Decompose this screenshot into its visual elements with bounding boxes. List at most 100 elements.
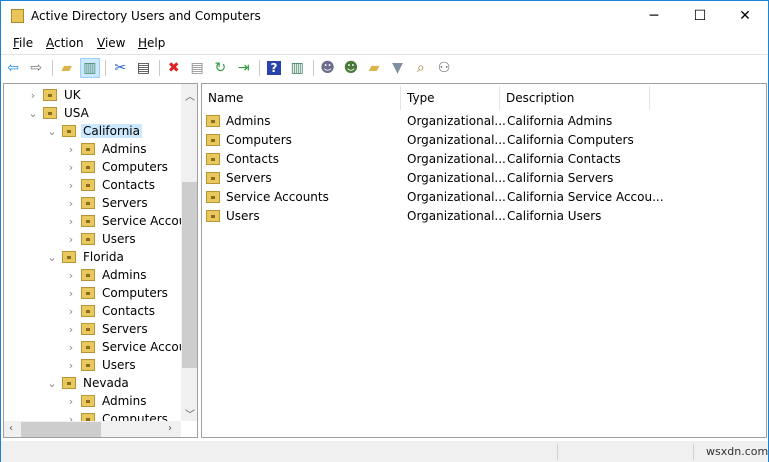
- add-to-group-button[interactable]: ⚇: [434, 58, 454, 78]
- ou-folder-icon: [81, 359, 95, 371]
- ou-folder-icon: [81, 287, 95, 299]
- export-list-button[interactable]: ⇥: [234, 58, 254, 78]
- scroll-up-icon[interactable]: ︿: [185, 88, 195, 103]
- chevron-right-icon[interactable]: ›: [64, 197, 78, 210]
- tree-vertical-scrollbar[interactable]: ︿ ﹀: [181, 84, 197, 421]
- find-button[interactable]: ⌕: [411, 58, 431, 78]
- scroll-down-icon[interactable]: ﹀: [185, 406, 195, 421]
- new-group-button[interactable]: ☻: [341, 58, 361, 78]
- new-group-icon: ☻: [343, 60, 359, 76]
- chevron-down-icon[interactable]: ⌄: [45, 251, 59, 264]
- chevron-right-icon[interactable]: ›: [64, 161, 78, 174]
- copy-button[interactable]: ▤: [134, 58, 154, 78]
- ou-folder-icon: [62, 377, 76, 389]
- chevron-right-icon[interactable]: ›: [64, 233, 78, 246]
- cut-button[interactable]: ✂: [110, 58, 130, 78]
- tree-item-nevada[interactable]: ⌄ Nevada: [45, 374, 131, 392]
- scrollbar-thumb[interactable]: [182, 182, 197, 368]
- chevron-right-icon[interactable]: ›: [64, 215, 78, 228]
- tree-item-service-accou[interactable]: › Service Accou: [64, 338, 188, 356]
- show-hide-console-tree-button[interactable]: ▥: [79, 58, 100, 78]
- menu-action[interactable]: Action: [46, 36, 84, 50]
- tree-item-users[interactable]: › Users: [64, 356, 138, 374]
- new-user-icon: ☻: [320, 60, 335, 76]
- forward-icon: ⇨: [30, 60, 43, 76]
- chevron-right-icon[interactable]: ›: [64, 305, 78, 318]
- list-item[interactable]: Admins Organizational... California Admins: [206, 111, 766, 130]
- back-button[interactable]: ⇦: [3, 58, 23, 78]
- list-item[interactable]: Contacts Organizational... California Cont…: [206, 149, 766, 168]
- chevron-right-icon[interactable]: ›: [26, 89, 40, 102]
- list-item[interactable]: Service Accounts Organizational... Califor…: [206, 187, 766, 206]
- chevron-down-icon[interactable]: ⌄: [45, 125, 59, 138]
- tree-item-admins[interactable]: › Admins: [64, 392, 149, 410]
- toolbar: ⇦ ⇨ ▰ ▥ ✂ ▤ ✖ ▤ ↻ ⇥? ▥ ☻ ☻ ▰ ▼ ⌕ ⚇: [1, 54, 768, 80]
- chevron-down-icon[interactable]: ⌄: [45, 377, 59, 390]
- maximize-button[interactable]: ☐: [677, 1, 723, 31]
- tree-item-servers[interactable]: › Servers: [64, 194, 150, 212]
- column-header-name[interactable]: Name: [202, 86, 401, 110]
- tree-item-usa[interactable]: ⌄ USA: [26, 104, 91, 122]
- tree-item-computers[interactable]: › Computers: [64, 158, 170, 176]
- chevron-right-icon[interactable]: ›: [64, 323, 78, 336]
- close-button[interactable]: ✕: [722, 1, 768, 31]
- refresh-button[interactable]: ↻: [210, 58, 230, 78]
- ou-folder-icon: [81, 305, 95, 317]
- cell-name: Service Accounts: [226, 189, 329, 204]
- cell-type: Organizational...: [407, 170, 506, 185]
- help-button[interactable]: ?: [264, 58, 284, 78]
- cell-type: Organizational...: [407, 189, 506, 204]
- column-header-description[interactable]: Description: [500, 86, 650, 110]
- chevron-right-icon[interactable]: ›: [64, 269, 78, 282]
- properties-button[interactable]: ▤: [187, 58, 207, 78]
- chevron-right-icon[interactable]: ›: [64, 395, 78, 408]
- tree-item-service-accou[interactable]: › Service Accou: [64, 212, 188, 230]
- tree-item-servers[interactable]: › Servers: [64, 320, 150, 338]
- tree-item-admins[interactable]: › Admins: [64, 266, 149, 284]
- minimize-button[interactable]: ─: [631, 1, 677, 31]
- tree-item-label: Nevada: [83, 376, 129, 390]
- scroll-right-icon[interactable]: ›: [168, 423, 172, 434]
- filter-button[interactable]: ▼: [388, 58, 408, 78]
- chevron-down-icon[interactable]: ⌄: [26, 107, 40, 120]
- tree-item-admins[interactable]: › Admins: [64, 140, 149, 158]
- tree-item-uk[interactable]: › UK: [26, 86, 83, 104]
- forward-button[interactable]: ⇨: [26, 58, 46, 78]
- show-action-pane-button[interactable]: ▥: [287, 58, 307, 78]
- tree-item-contacts[interactable]: › Contacts: [64, 302, 157, 320]
- new-ou-button[interactable]: ▰: [364, 58, 384, 78]
- list-item[interactable]: Computers Organizational... California Com…: [206, 130, 766, 149]
- title-bar: Active Directory Users and Computers ─ ☐…: [1, 1, 768, 31]
- menu-view[interactable]: View: [97, 36, 125, 50]
- list-item[interactable]: Servers Organizational... California Serve…: [206, 168, 766, 187]
- up-folder-button[interactable]: ▰: [57, 58, 77, 78]
- chevron-right-icon[interactable]: ›: [64, 359, 78, 372]
- ou-folder-icon: [206, 133, 220, 146]
- scrollbar-thumb[interactable]: [21, 422, 101, 437]
- tree-item-contacts[interactable]: › Contacts: [64, 176, 157, 194]
- new-user-button[interactable]: ☻: [318, 58, 338, 78]
- tree-item-computers[interactable]: › Computers: [64, 284, 170, 302]
- scroll-left-icon[interactable]: ‹: [9, 423, 13, 434]
- cell-name: Servers: [226, 170, 272, 185]
- tree-horizontal-scrollbar[interactable]: ‹ ›: [4, 421, 181, 437]
- status-bar: wsxdn.com: [1, 441, 768, 462]
- cut-icon: ✂: [114, 60, 127, 76]
- tree-item-california[interactable]: ⌄ California: [45, 122, 142, 140]
- tree-item-users[interactable]: › Users: [64, 230, 138, 248]
- tree-item-label: Service Accou: [102, 340, 187, 354]
- column-header-type[interactable]: Type: [401, 86, 500, 110]
- ou-folder-icon: [81, 197, 95, 209]
- menu-file[interactable]: File: [13, 36, 33, 50]
- chevron-right-icon[interactable]: ›: [64, 287, 78, 300]
- menu-help[interactable]: Help: [138, 36, 165, 50]
- chevron-right-icon[interactable]: ›: [64, 143, 78, 156]
- chevron-right-icon[interactable]: ›: [64, 179, 78, 192]
- toolbar-separator: [51, 60, 53, 76]
- tree-item-florida[interactable]: ⌄ Florida: [45, 248, 126, 266]
- refresh-icon: ↻: [214, 60, 227, 76]
- delete-button[interactable]: ✖: [164, 58, 184, 78]
- list-item[interactable]: Users Organizational... California Users: [206, 206, 766, 225]
- ou-folder-icon: [81, 179, 95, 191]
- chevron-right-icon[interactable]: ›: [64, 341, 78, 354]
